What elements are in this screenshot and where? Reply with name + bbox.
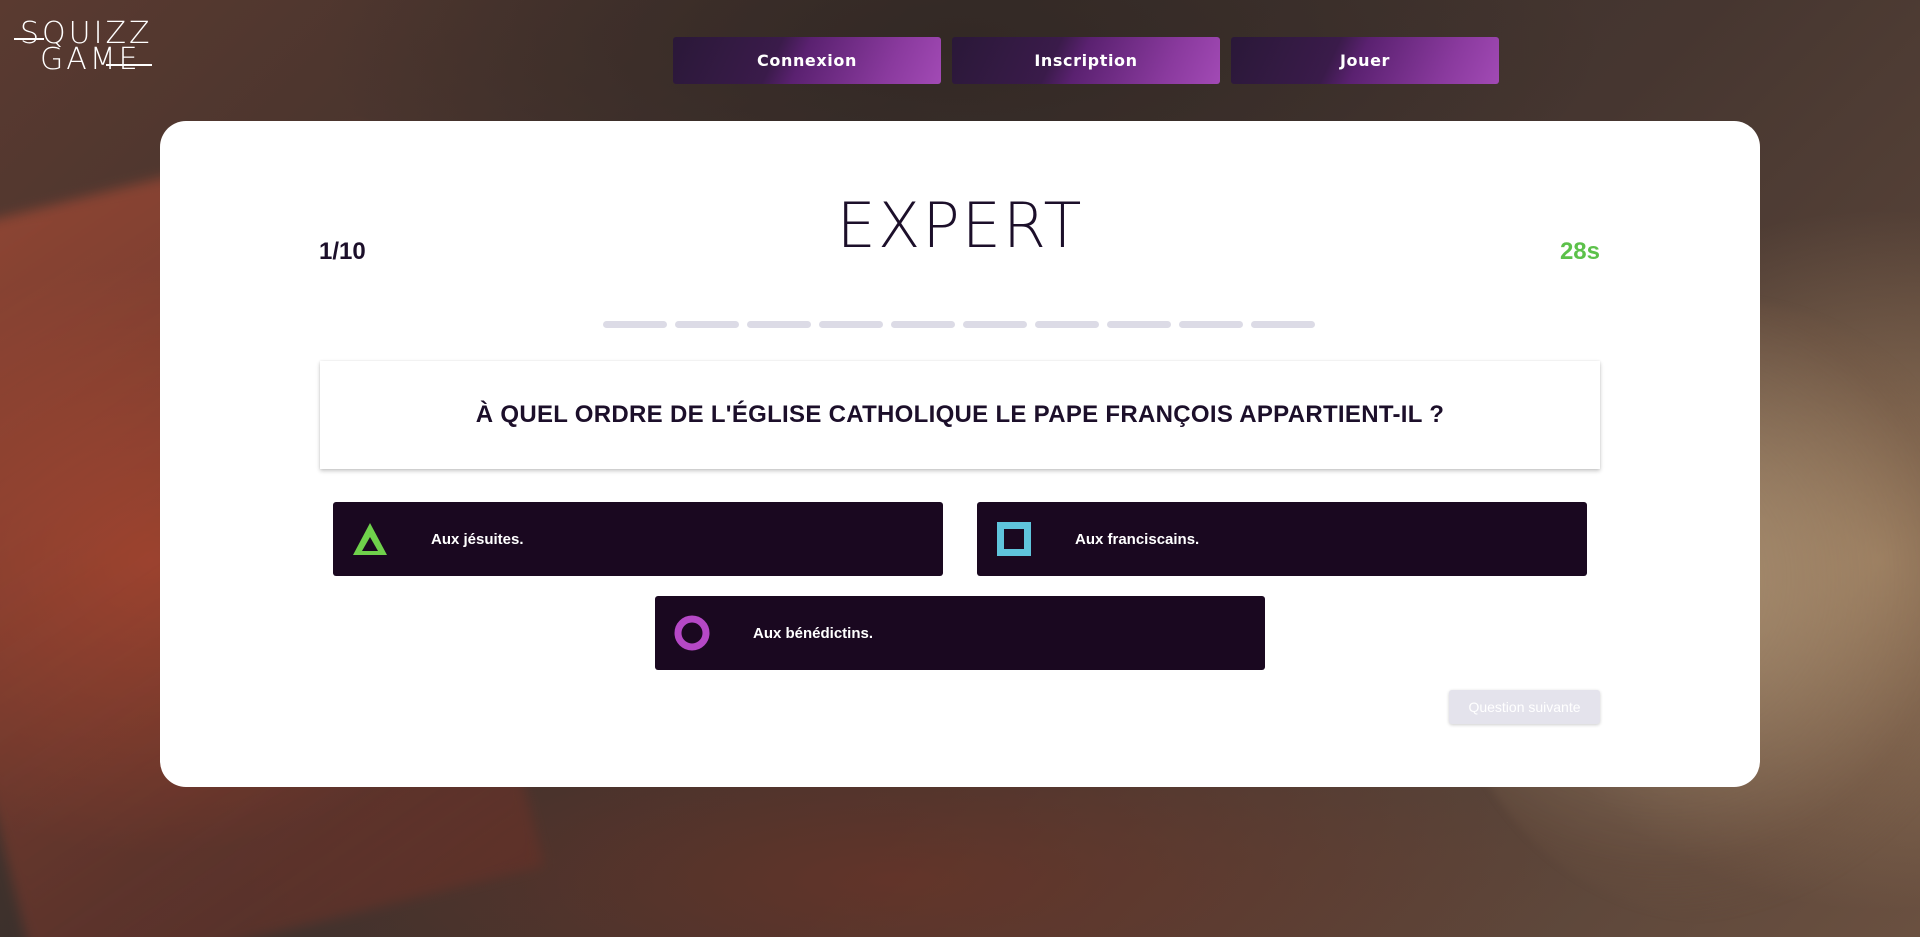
- inscription-button[interactable]: Inscription: [952, 37, 1220, 84]
- answer-label: Aux jésuites.: [431, 530, 524, 548]
- jouer-button[interactable]: Jouer: [1231, 37, 1499, 84]
- circle-icon: [674, 615, 710, 651]
- answer-label: Aux franciscains.: [1075, 530, 1200, 548]
- square-icon: [997, 522, 1031, 556]
- quiz-card: EXPERT 1/10 28s À QUEL ORDRE DE L'ÉGLISE…: [160, 121, 1760, 787]
- progress-segment: [603, 321, 667, 328]
- answer-option-2[interactable]: Aux franciscains.: [977, 502, 1587, 576]
- countdown-timer: 28s: [1559, 238, 1600, 265]
- answer-label: Aux bénédictins.: [753, 624, 874, 642]
- logo-bar: [14, 38, 44, 40]
- next-question-button[interactable]: Question suivante: [1449, 690, 1600, 724]
- progress-segment: [1107, 321, 1171, 328]
- question-counter: 1/10: [319, 238, 366, 265]
- logo-bar: [106, 64, 152, 66]
- answer-option-3[interactable]: Aux bénédictins.: [655, 596, 1265, 670]
- logo[interactable]: SQUIZZ GAME: [14, 19, 154, 80]
- connexion-button[interactable]: Connexion: [673, 37, 941, 84]
- top-nav: Connexion Inscription Jouer: [673, 37, 1499, 84]
- level-title: EXPERT: [836, 189, 1084, 262]
- triangle-icon: [353, 523, 387, 555]
- question-text: À QUEL ORDRE DE L'ÉGLISE CATHOLIQUE LE P…: [475, 401, 1445, 428]
- logo-line-2: GAME: [40, 42, 141, 77]
- progress-segment: [1035, 321, 1099, 328]
- progress-segment: [891, 321, 955, 328]
- progress-segment: [747, 321, 811, 328]
- progress-segment: [1179, 321, 1243, 328]
- question-box: À QUEL ORDRE DE L'ÉGLISE CATHOLIQUE LE P…: [320, 361, 1600, 469]
- answer-option-1[interactable]: Aux jésuites.: [333, 502, 943, 576]
- progress-segment: [819, 321, 883, 328]
- progress-segment: [675, 321, 739, 328]
- progress-segment: [1251, 321, 1315, 328]
- progress-bar: [603, 321, 1315, 328]
- progress-segment: [963, 321, 1027, 328]
